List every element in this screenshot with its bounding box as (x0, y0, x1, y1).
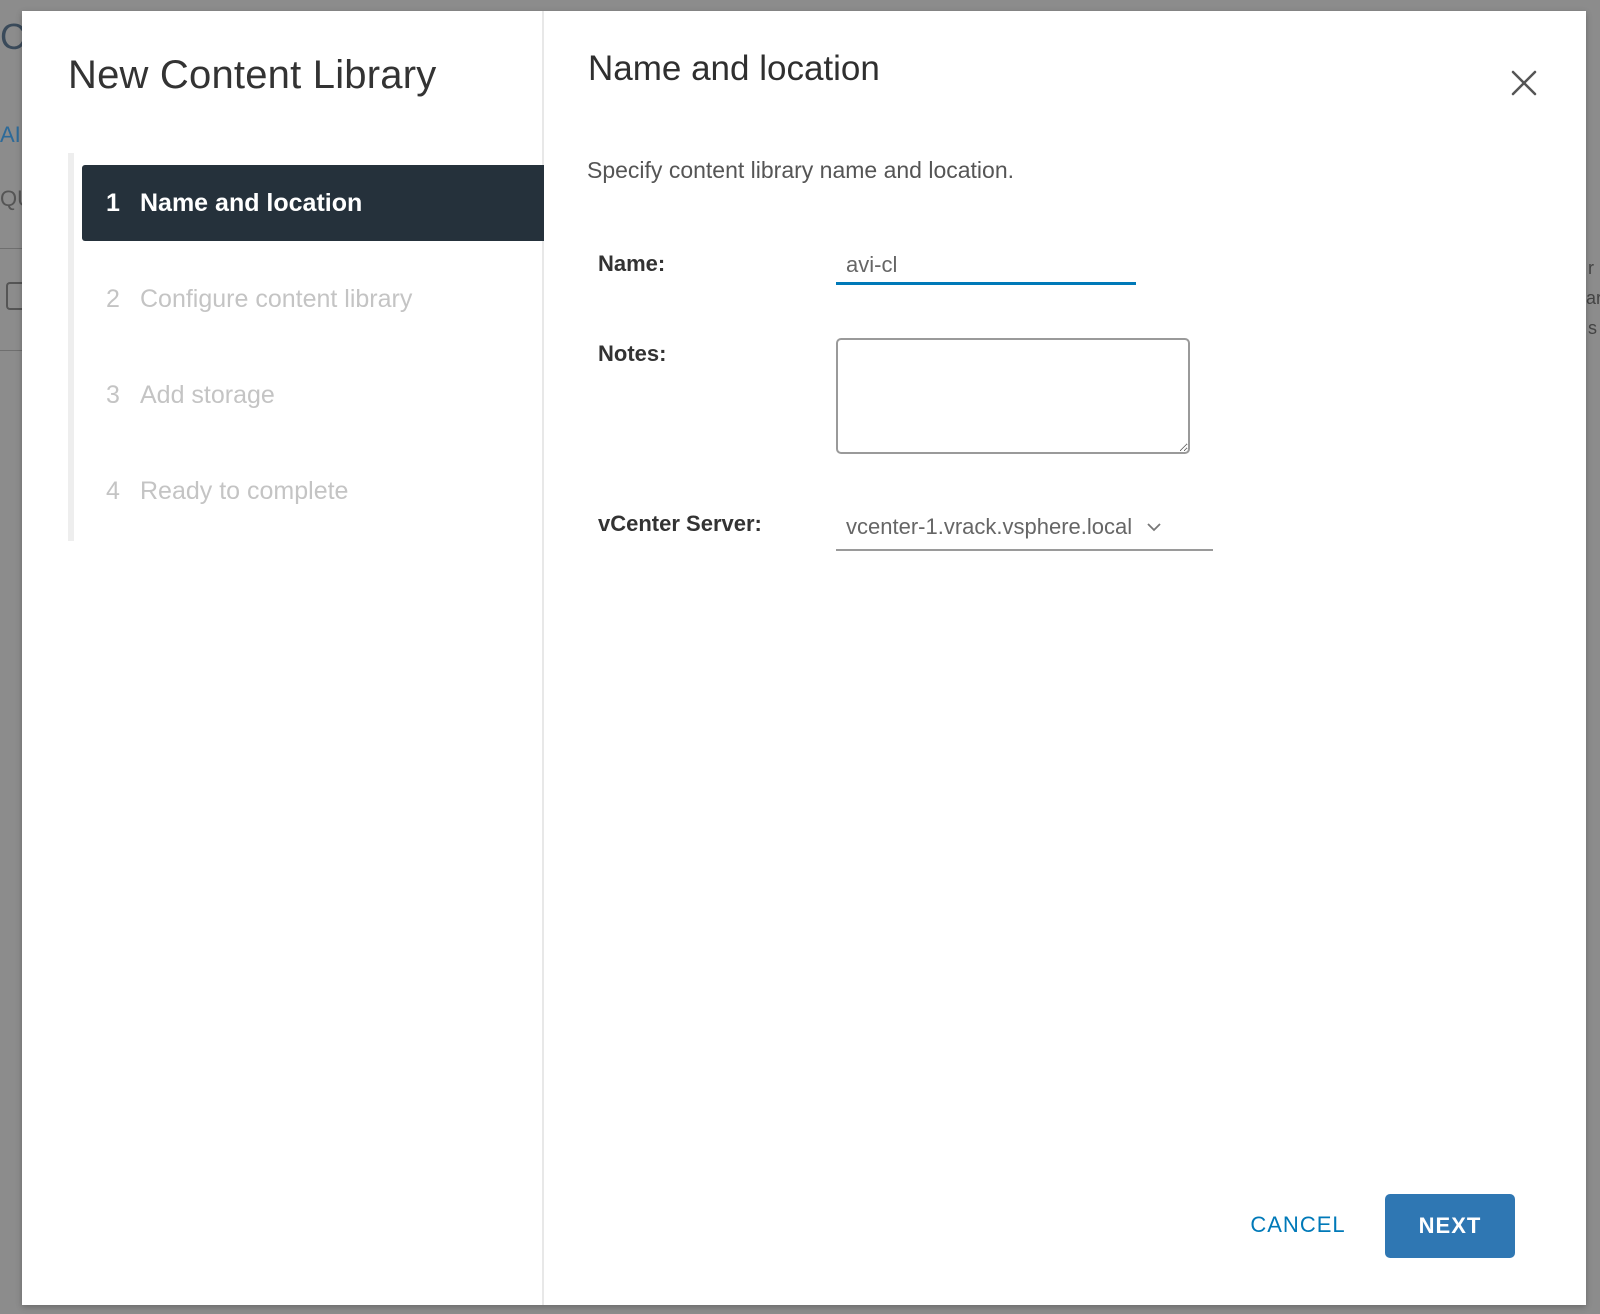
vcenter-server-value: vcenter-1.vrack.vsphere.local (846, 514, 1133, 539)
step-number: 2 (106, 284, 120, 313)
close-icon (1511, 70, 1537, 96)
page-description: Specify content library name and locatio… (587, 157, 1015, 183)
notes-textarea[interactable] (836, 338, 1190, 454)
cancel-button[interactable]: CANCEL (1228, 1193, 1368, 1257)
name-label: Name: (598, 251, 666, 276)
wizard-step-list: 1 Name and location 2 Configure content … (68, 153, 544, 541)
wizard-step-configure-content-library[interactable]: 2 Configure content library (82, 261, 544, 337)
background-text-fragment: r (1588, 258, 1594, 278)
step-label: Ready to complete (140, 476, 349, 505)
step-number: 3 (106, 380, 120, 409)
step-label: Name and location (140, 188, 363, 217)
notes-label: Notes: (598, 341, 667, 366)
name-input[interactable] (836, 247, 1136, 285)
background-text-fragment: s (1588, 318, 1597, 338)
step-label: Configure content library (140, 284, 413, 313)
background-divider (0, 350, 22, 351)
step-number: 1 (106, 188, 120, 217)
step-label: Add storage (140, 380, 275, 409)
wizard-step-name-and-location[interactable]: 1 Name and location (82, 165, 544, 241)
step-number: 4 (106, 476, 120, 505)
close-button[interactable] (1504, 63, 1544, 103)
wizard-step-add-storage[interactable]: 3 Add storage (82, 357, 544, 433)
wizard-step-ready-to-complete[interactable]: 4 Ready to complete (82, 453, 544, 529)
next-button[interactable]: NEXT (1385, 1194, 1515, 1258)
background-text-fragment: AI (0, 122, 21, 147)
wizard-title: New Content Library (68, 53, 437, 97)
vcenter-server-label: vCenter Server: (598, 511, 762, 536)
new-content-library-dialog: New Content Library 1 Name and location … (22, 11, 1586, 1305)
vcenter-server-select[interactable]: vcenter-1.vrack.vsphere.local (836, 505, 1213, 551)
background-text-fragment: ar (1586, 288, 1600, 308)
wizard-content: Name and location Specify content librar… (544, 11, 1586, 1305)
background-divider (0, 248, 22, 249)
wizard-navigation: New Content Library 1 Name and location … (22, 11, 544, 1305)
page-title: Name and location (588, 49, 880, 88)
chevron-down-icon (1146, 522, 1162, 532)
